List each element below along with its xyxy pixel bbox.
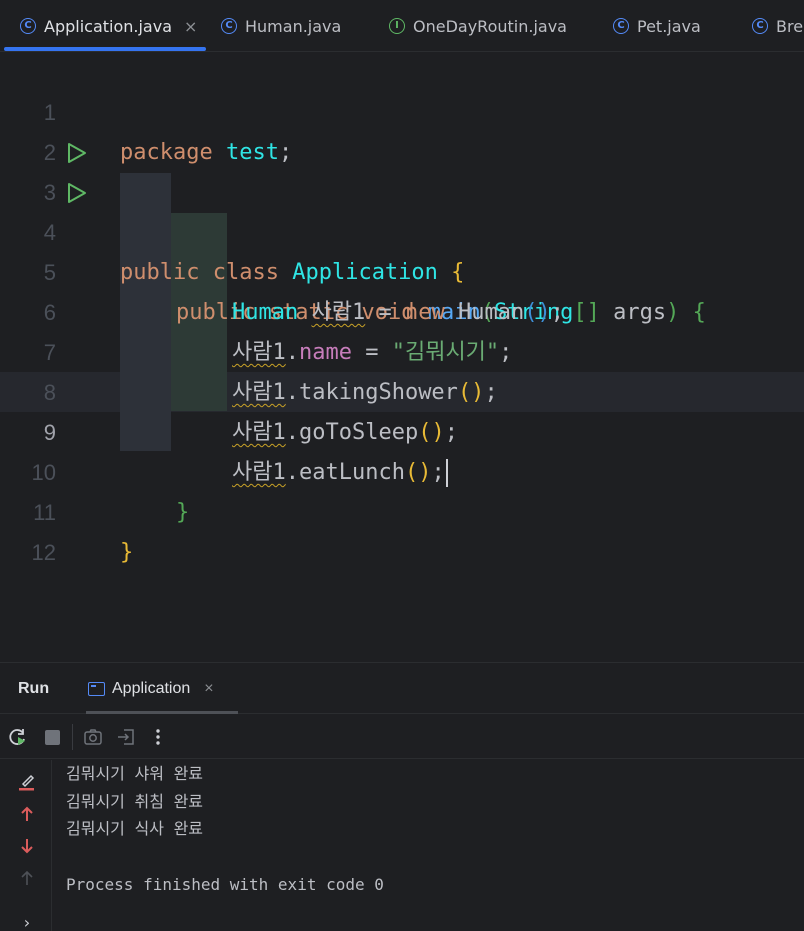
more-vertical-icon: [156, 729, 160, 745]
rerun-icon: [9, 729, 25, 745]
code-line-current[interactable]: 9 사람1.eatLunch();: [0, 373, 804, 487]
run-gutter-icon[interactable]: [64, 141, 88, 165]
run-tab-label: Application: [112, 680, 191, 697]
editor-tab-bar: C Application.java × C Human.java I OneD…: [0, 0, 804, 52]
screenshot-button[interactable]: [81, 725, 105, 749]
tab-onedayroutin-java[interactable]: I OneDayRoutin.java: [389, 0, 567, 51]
camera-icon: [84, 729, 102, 745]
code-line[interactable]: 6 사람1.name = "김뭐시기";: [0, 253, 804, 365]
class-icon: C: [613, 18, 629, 34]
active-run-tab-indicator: [86, 711, 238, 714]
expand-button[interactable]: ›: [14, 910, 40, 931]
console-line: Process finished with exit code 0: [66, 875, 384, 894]
console-line: 김뭐시기 취침 완료: [66, 792, 204, 811]
console-line: 김뭐시기 샤워 완료: [66, 764, 204, 783]
console-line: 김뭐시기 식사 완료: [66, 819, 204, 838]
line-number: 12: [31, 540, 56, 565]
code-line[interactable]: 8 사람1.goToSleep();: [0, 333, 804, 445]
tab-application-java[interactable]: C Application.java ×: [20, 0, 197, 51]
rerun-button[interactable]: [6, 725, 30, 749]
tab-label: Pet.java: [637, 16, 701, 36]
code-line[interactable]: 1 package test;: [0, 53, 804, 165]
active-tab-indicator: [4, 47, 206, 51]
tab-label: Human.java: [245, 16, 342, 36]
code-line[interactable]: 2: [0, 93, 804, 165]
chevron-right-icon: ›: [23, 912, 31, 931]
scroll-to-top-button[interactable]: [14, 866, 40, 890]
code-line[interactable]: 10 }: [0, 413, 804, 525]
tab-pet-java[interactable]: C Pet.java: [613, 0, 701, 51]
console-output[interactable]: 김뭐시기 샤워 완료 김뭐시기 취침 완료 김뭐시기 식사 완료 Process…: [66, 760, 796, 931]
brace: }: [120, 540, 134, 565]
code-line[interactable]: 12: [0, 493, 804, 565]
console-icon: [88, 682, 105, 696]
next-occurrence-button[interactable]: [14, 834, 40, 858]
code-line[interactable]: 4 public static void main(String[] args)…: [0, 173, 804, 325]
run-side-toolbar: ›: [0, 760, 52, 931]
arrow-down-icon: [21, 839, 33, 854]
code-line[interactable]: 5 Human 사람1 = new Human();: [0, 213, 804, 325]
code-line[interactable]: 11 }: [0, 453, 804, 565]
run-panel-title: Run: [18, 680, 50, 697]
interface-icon: I: [389, 18, 405, 34]
run-toolbar: [0, 715, 804, 759]
class-icon: C: [752, 18, 768, 34]
export-icon: [118, 729, 134, 745]
toolbar-divider: [72, 724, 73, 750]
brush-icon: [19, 774, 35, 791]
run-tool-window-header: Run Application ×: [0, 662, 804, 714]
export-button[interactable]: [114, 725, 138, 749]
stop-button[interactable]: [40, 725, 64, 749]
class-icon: C: [20, 18, 36, 34]
tab-label: OneDayRoutin.java: [413, 16, 567, 36]
code-editor[interactable]: 1 package test; 2 3 public class Applica…: [0, 53, 804, 662]
stop-icon: [44, 729, 60, 745]
more-options-button[interactable]: [146, 725, 170, 749]
run-tab-application[interactable]: Application ×: [88, 663, 214, 715]
close-icon[interactable]: ×: [204, 680, 213, 698]
class-icon: C: [221, 18, 237, 34]
tab-label: Application.java: [44, 16, 173, 36]
arrow-up-icon: [21, 806, 33, 821]
run-gutter-icon[interactable]: [64, 181, 88, 205]
arrow-up-icon: [21, 870, 33, 885]
tab-label: Bre: [776, 16, 804, 36]
tab-human-java[interactable]: C Human.java: [221, 0, 342, 51]
close-icon[interactable]: ×: [184, 17, 197, 36]
code-line[interactable]: 3 public class Application {: [0, 133, 804, 285]
previous-occurrence-button[interactable]: [14, 802, 40, 826]
code-line[interactable]: 7 사람1.takingShower();: [0, 293, 804, 405]
clear-console-button[interactable]: [14, 770, 40, 794]
tab-bre[interactable]: C Bre: [752, 0, 804, 51]
